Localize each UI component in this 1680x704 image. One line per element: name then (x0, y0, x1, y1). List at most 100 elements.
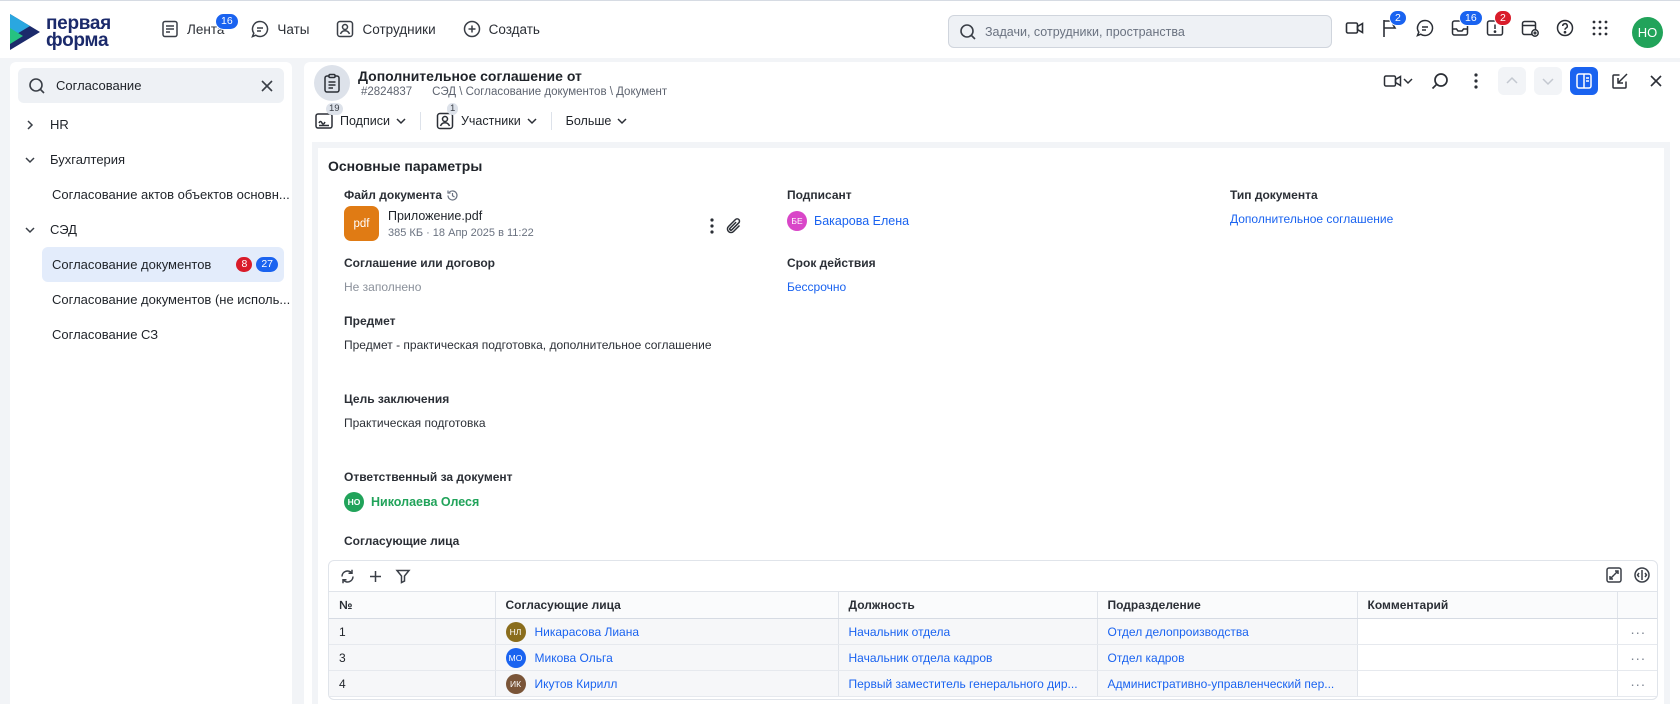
open-external-button[interactable] (1606, 67, 1634, 95)
nav-chats[interactable]: Чаты (250, 19, 309, 39)
cell-comment[interactable] (1357, 670, 1618, 697)
cell-comment[interactable] (1357, 644, 1618, 671)
cell-position[interactable]: Начальник отдела (838, 618, 1098, 645)
signer-person[interactable]: БЕ Бакарова Елена (787, 211, 909, 231)
column-header-number[interactable]: № (329, 591, 496, 619)
cell-approver[interactable]: ИК Икутов Кирилл (495, 670, 839, 697)
cell-comment[interactable] (1357, 618, 1618, 645)
chevron-down-icon[interactable] (25, 155, 35, 165)
validity-value[interactable]: Бессрочно (787, 280, 846, 294)
search-comment-icon (1431, 73, 1448, 90)
file-name[interactable]: Приложение.pdf (388, 209, 534, 223)
cell-approver[interactable]: НЛ Никарасова Лиана (495, 618, 839, 645)
help-button[interactable] (1554, 16, 1576, 40)
refresh-icon[interactable] (339, 568, 356, 585)
agreement-value: Не заполнено (344, 280, 422, 294)
chevron-down-icon (1403, 78, 1413, 85)
nav-feed[interactable]: Лента 16 (160, 13, 239, 39)
alerts-badge: 2 (1494, 10, 1512, 26)
tab-participants[interactable]: 1 Участники (435, 103, 537, 131)
close-icon[interactable] (260, 79, 274, 93)
column-header-position[interactable]: Должность (838, 591, 1098, 619)
section-title: Основные параметры (328, 158, 483, 174)
doc-type-value[interactable]: Дополнительное соглашение (1230, 212, 1393, 226)
document-header: Дополнительное соглашение от #2824837 СЭ… (304, 62, 1680, 105)
cell-position[interactable]: Начальник отдела кадров (838, 644, 1098, 671)
goal-value: Практическая подготовка (344, 416, 486, 430)
table-row[interactable]: 1 НЛ Никарасова Лиана Начальник отдела От… (329, 618, 1657, 645)
tab-more-label: Больше (565, 114, 612, 128)
layout-toggle-button[interactable] (1570, 67, 1598, 95)
sidebar-search-input[interactable] (56, 78, 260, 93)
unread-badge-blue: 27 (256, 257, 278, 272)
row-more-button[interactable]: ··· (1617, 644, 1657, 671)
chat-icon (251, 20, 269, 38)
sidebar-item-doc-approval-unused[interactable]: Согласование документов (не исполь... (10, 282, 292, 317)
table-toolbar (329, 561, 1657, 591)
cell-approver[interactable]: МО Микова Ольга (495, 644, 839, 671)
sidebar-item-asset-approval[interactable]: Согласование актов объектов основн... (10, 177, 292, 212)
column-width-icon[interactable] (1633, 566, 1651, 584)
tab-more[interactable]: Больше (566, 114, 628, 128)
history-icon[interactable] (446, 189, 459, 202)
messages-button[interactable] (1414, 16, 1436, 40)
previous-document-button[interactable] (1498, 67, 1526, 95)
table-row[interactable]: 4 ИК Икутов Кирилл Первый заместитель ген… (329, 670, 1657, 697)
global-search[interactable] (948, 15, 1332, 48)
close-document-button[interactable] (1642, 67, 1670, 95)
flags-button[interactable]: 2 (1379, 10, 1407, 40)
calendar-button[interactable] (1519, 16, 1541, 40)
chevron-right-icon[interactable] (25, 119, 35, 130)
tab-participants-count: 1 (446, 103, 459, 115)
sidebar-item-sed[interactable]: СЭД (10, 212, 292, 247)
sidebar-item-label: Согласование СЗ (52, 327, 159, 342)
sidebar-item-memo-approval[interactable]: Согласование СЗ (10, 317, 292, 352)
subject-label: Предмет (344, 314, 396, 328)
app-logo[interactable]: первая форма (10, 14, 111, 50)
row-more-button[interactable]: ··· (1617, 670, 1657, 697)
global-search-input[interactable] (985, 24, 1305, 39)
attached-file[interactable]: pdf Приложение.pdf 385 КБ · 18 Апр 2025 … (344, 206, 534, 241)
table-row[interactable]: 3 МО Микова Ольга Начальник отдела кадров… (329, 644, 1657, 671)
cell-position[interactable]: Первый заместитель генерального дир... (838, 670, 1098, 697)
logo-text: первая форма (46, 13, 111, 51)
filter-icon[interactable] (395, 568, 411, 584)
inbox-button[interactable]: 16 (1449, 10, 1483, 40)
sidebar-item-hr[interactable]: HR (10, 107, 292, 142)
search-icon (960, 23, 976, 40)
tab-signatures[interactable]: 19 Подписи (314, 103, 406, 131)
column-header-comment[interactable]: Комментарий (1357, 591, 1618, 619)
user-avatar[interactable]: НО (1632, 17, 1663, 48)
video-dropdown-button[interactable] (1378, 67, 1418, 95)
cell-department[interactable]: Отдел делопроизводства (1097, 618, 1358, 645)
unread-badge-red: 8 (236, 257, 253, 272)
nav-employees[interactable]: Сотрудники (335, 19, 436, 39)
responsible-person[interactable]: НО Николаева Олеся (344, 492, 479, 512)
video-call-button[interactable] (1344, 16, 1366, 40)
column-header-department[interactable]: Подразделение (1097, 591, 1358, 619)
goal-label: Цель заключения (344, 392, 450, 406)
sidebar-search[interactable] (18, 68, 284, 103)
sidebar-item-doc-approval[interactable]: Согласование документов 8 27 (42, 247, 284, 282)
add-icon[interactable] (368, 569, 383, 584)
nav-employees-label: Сотрудники (362, 21, 436, 37)
chevron-down-icon[interactable] (25, 225, 35, 235)
more-options-button[interactable] (1462, 67, 1490, 95)
discussion-button[interactable] (1426, 67, 1454, 95)
apps-button[interactable] (1589, 16, 1611, 40)
nav-create-label: Создать (488, 21, 540, 37)
paperclip-icon[interactable] (724, 216, 744, 236)
row-more-button[interactable]: ··· (1617, 618, 1657, 645)
help-icon (1556, 19, 1574, 37)
cell-department[interactable]: Административно-управленческий пер... (1097, 670, 1358, 697)
video-camera-icon (1383, 75, 1402, 87)
cell-department[interactable]: Отдел кадров (1097, 644, 1358, 671)
more-vertical-icon[interactable] (710, 218, 714, 234)
alerts-button[interactable]: 2 (1484, 10, 1512, 40)
nav-create[interactable]: Создать (462, 19, 540, 39)
next-document-button[interactable] (1534, 67, 1562, 95)
document-path[interactable]: СЭД \ Согласование документов \ Документ (432, 86, 667, 98)
sidebar-item-accounting[interactable]: Бухгалтерия (10, 142, 292, 177)
column-header-approver[interactable]: Согласующие лица (495, 591, 839, 619)
expand-icon[interactable] (1605, 566, 1623, 584)
